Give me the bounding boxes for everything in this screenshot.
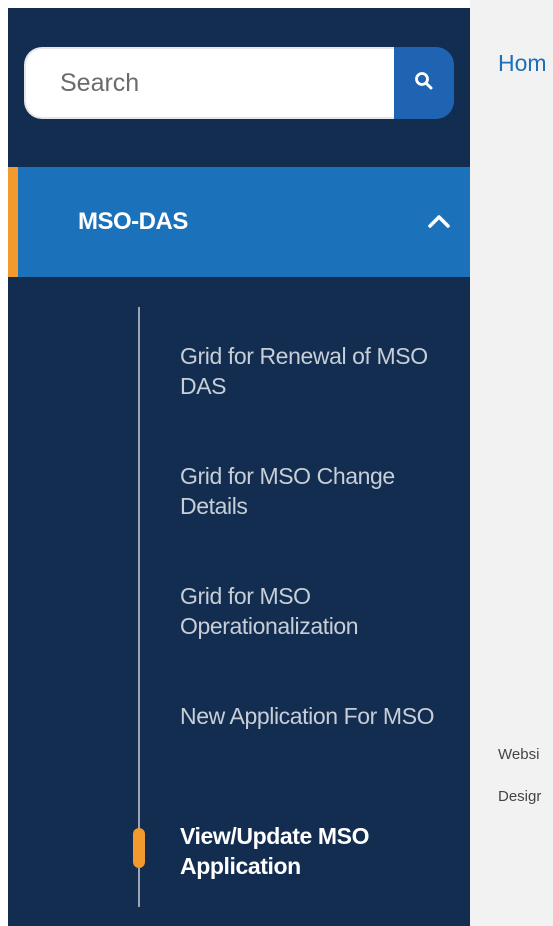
search-button[interactable] (394, 47, 454, 119)
menu-section-mso-das[interactable]: MSO-DAS (8, 167, 470, 277)
search-input[interactable] (24, 47, 394, 119)
section-accent-bar (8, 167, 18, 277)
submenu-item-grid-change-details[interactable]: Grid for MSO Change Details (180, 461, 450, 521)
sidebar: MSO-DAS Grid for Renewal of MSO DAS Grid… (8, 8, 470, 926)
submenu-item-grid-operationalization[interactable]: Grid for MSO Operationalization (180, 581, 450, 641)
menu-section-label: MSO-DAS (78, 208, 188, 235)
footer-website-text: Websi (498, 746, 540, 763)
search-box (24, 47, 454, 119)
active-item-marker (133, 828, 145, 868)
submenu-item-view-update-application[interactable]: View/Update MSO Application (180, 821, 450, 881)
submenu-item-new-application[interactable]: New Application For MSO (180, 701, 450, 731)
chevron-up-icon[interactable] (426, 208, 452, 234)
submenu-guide-line (138, 307, 140, 907)
footer-design-text: Desigr (498, 788, 542, 805)
submenu-item-grid-renewal[interactable]: Grid for Renewal of MSO DAS (180, 341, 450, 401)
breadcrumb-home-link[interactable]: Hom (498, 50, 547, 77)
search-icon (414, 71, 434, 96)
main-content: Hom Websi Desigr (470, 0, 553, 926)
